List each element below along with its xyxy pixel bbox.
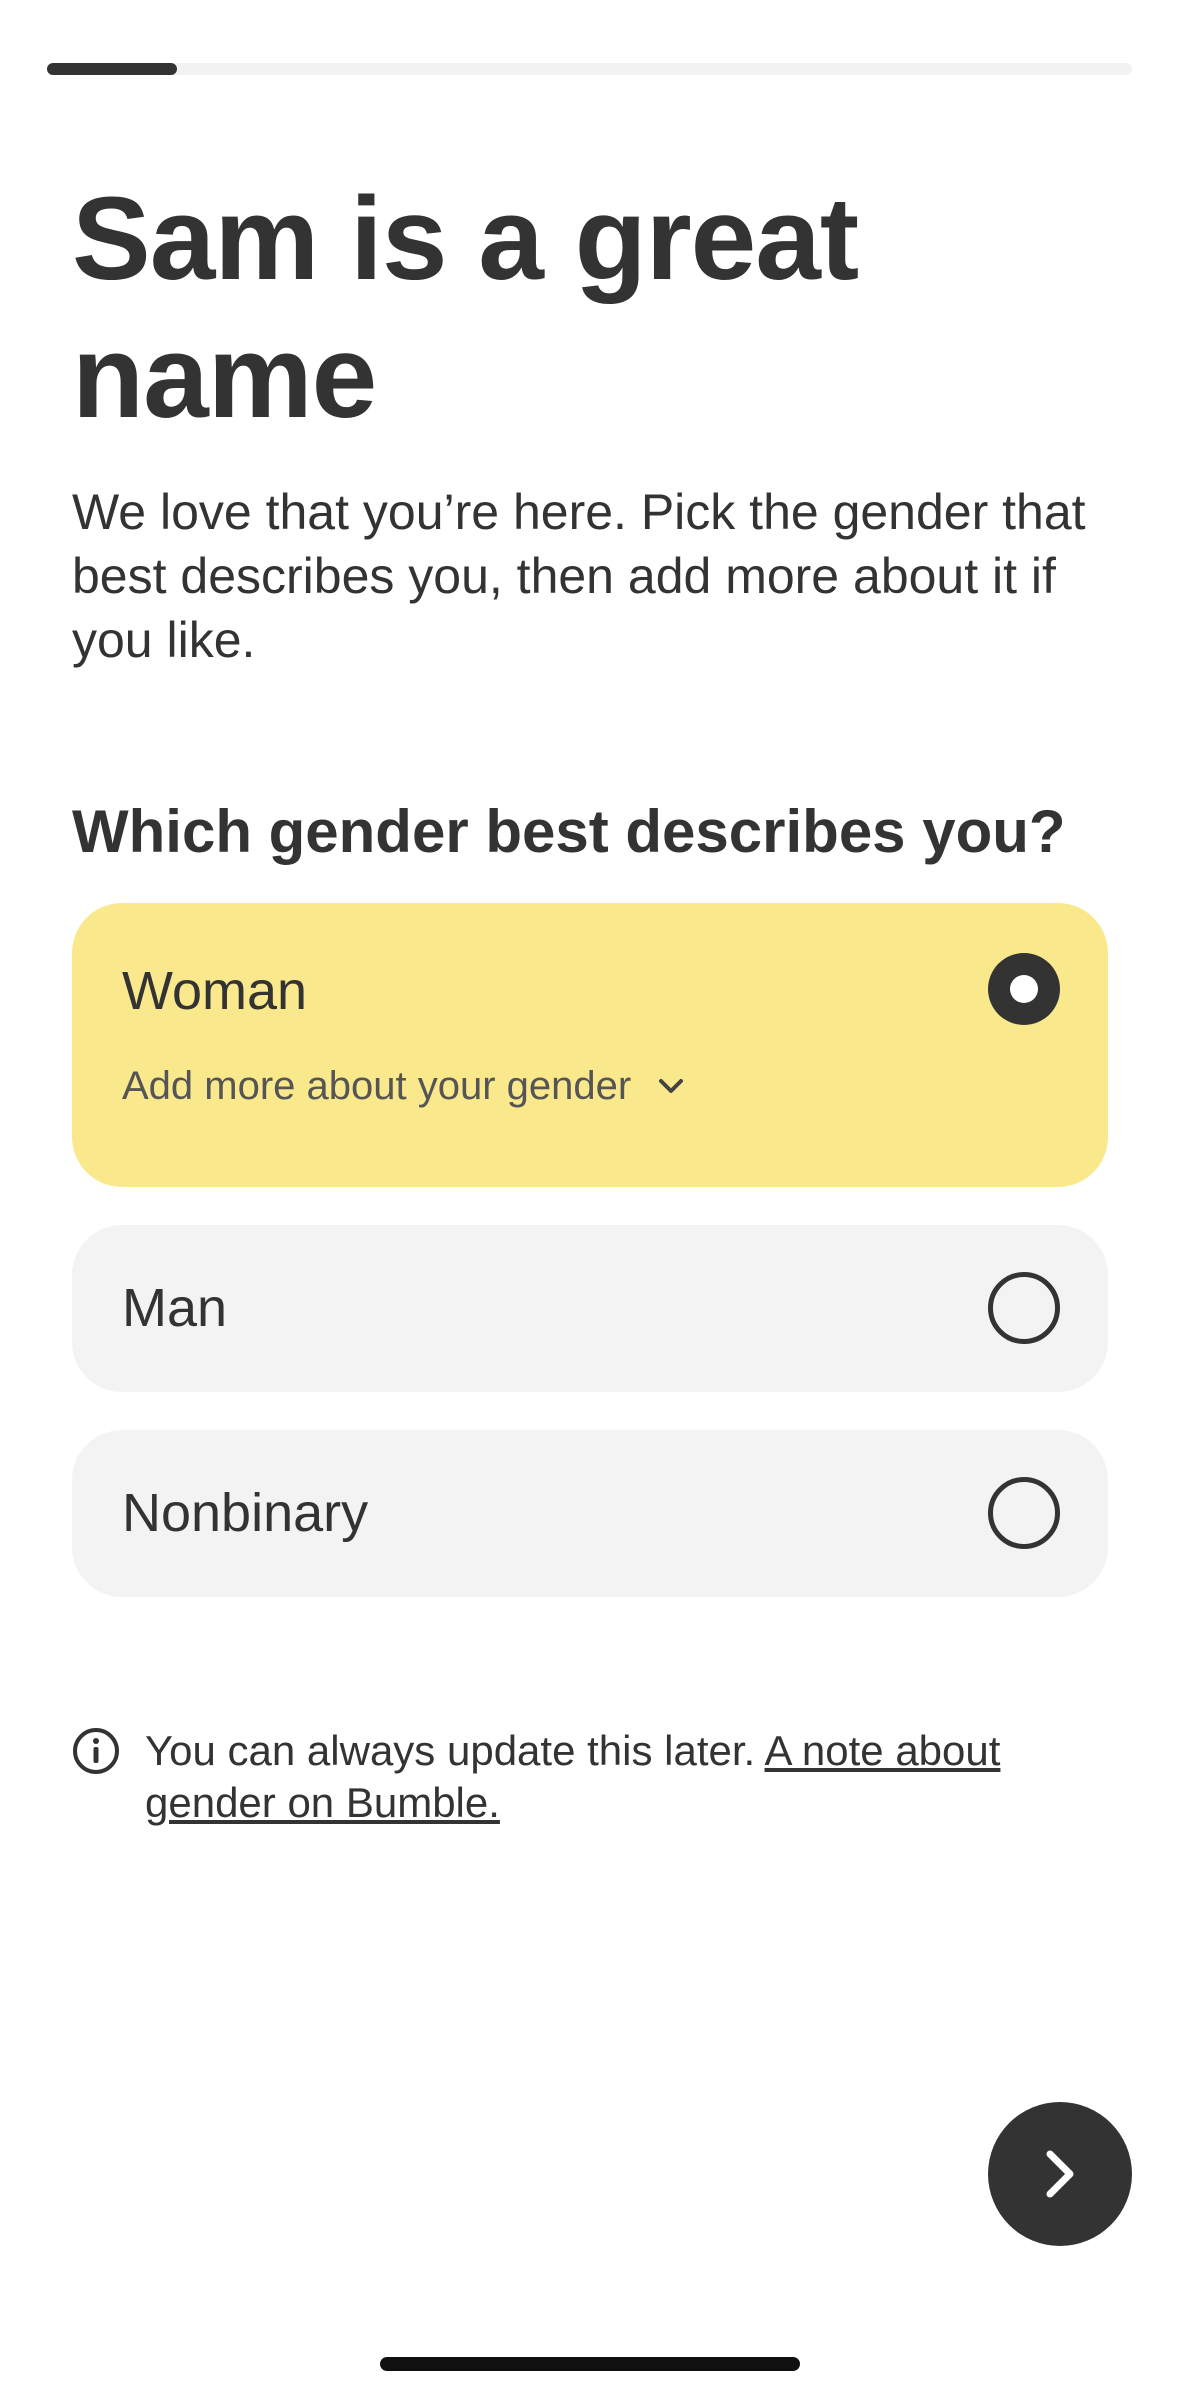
note-text: You can always update this later. A note… <box>145 1725 1105 1829</box>
add-more-gender-toggle[interactable]: Add more about your gender <box>122 1061 689 1111</box>
chevron-down-icon <box>659 1079 684 1093</box>
progress-bar-fill <box>47 63 178 75</box>
radio-woman-selected[interactable] <box>988 953 1060 1025</box>
home-indicator <box>380 2357 800 2371</box>
next-button[interactable] <box>988 2102 1132 2246</box>
chevron-right-icon <box>1046 2150 1074 2198</box>
progress-bar <box>47 63 1132 75</box>
gender-question: Which gender best describes you? <box>72 798 1066 865</box>
page-subtitle: We love that you’re here. Pick the gende… <box>72 484 1086 668</box>
info-icon <box>73 1728 119 1774</box>
option-woman[interactable]: Woman Add more about your gender <box>72 903 1108 1187</box>
option-nonbinary-label: Nonbinary <box>122 1483 369 1543</box>
option-nonbinary[interactable]: Nonbinary <box>72 1430 1108 1597</box>
option-man-label: Man <box>122 1278 228 1338</box>
option-woman-label: Woman <box>122 961 308 1021</box>
radio-man[interactable] <box>988 1272 1060 1344</box>
note-static-text: You can always update this later. <box>145 1727 765 1774</box>
option-man[interactable]: Man <box>72 1225 1108 1392</box>
page-title: Sam is a great name <box>72 173 859 443</box>
add-more-gender-label: Add more about your gender <box>122 1064 632 1108</box>
radio-nonbinary[interactable] <box>988 1477 1060 1549</box>
